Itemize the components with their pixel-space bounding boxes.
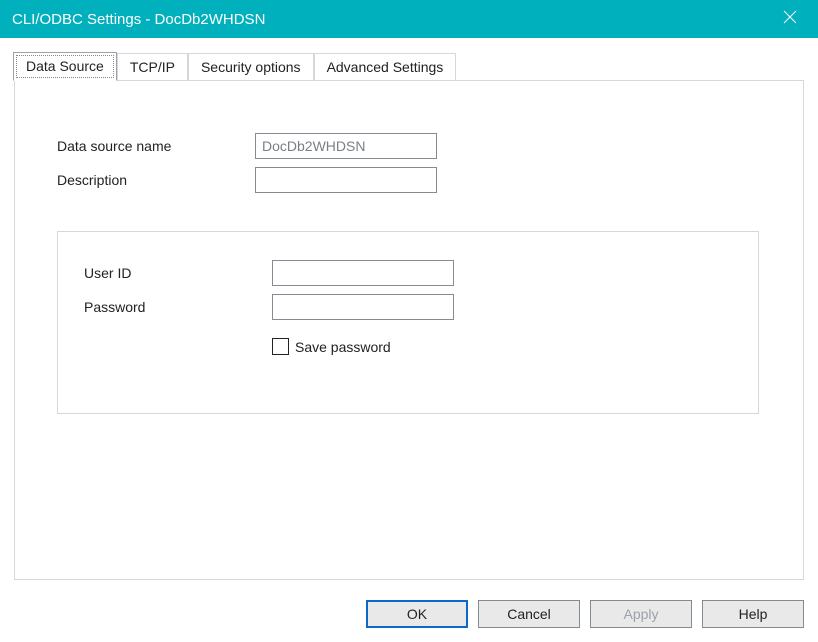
row-save-password: Save password (272, 338, 748, 355)
credentials-group: User ID Password Save password (57, 231, 759, 414)
close-icon (783, 10, 797, 28)
label-description: Description (57, 172, 255, 188)
tab-security-options[interactable]: Security options (188, 53, 314, 80)
row-password: Password (84, 294, 748, 320)
tab-tcpip[interactable]: TCP/IP (117, 53, 188, 80)
help-button[interactable]: Help (702, 600, 804, 628)
user-id-input[interactable] (272, 260, 454, 286)
dialog-content: Data Source TCP/IP Security options Adva… (0, 38, 818, 586)
tab-panel-data-source: Data source name Description User ID Pas… (14, 80, 804, 580)
label-password: Password (84, 299, 272, 315)
tab-advanced-settings[interactable]: Advanced Settings (314, 53, 457, 80)
apply-button[interactable]: Apply (590, 600, 692, 628)
title-bar: CLI/ODBC Settings - DocDb2WHDSN (0, 0, 818, 38)
row-data-source-name: Data source name (57, 133, 775, 159)
password-input[interactable] (272, 294, 454, 320)
cancel-button[interactable]: Cancel (478, 600, 580, 628)
label-save-password: Save password (295, 339, 391, 355)
row-user-id: User ID (84, 260, 748, 286)
window-title: CLI/ODBC Settings - DocDb2WHDSN (12, 11, 762, 28)
panel-inner: Data source name Description User ID Pas… (15, 81, 803, 414)
tab-data-source[interactable]: Data Source (13, 52, 117, 81)
data-source-name-input (255, 133, 437, 159)
dialog-buttons: OK Cancel Apply Help (0, 586, 818, 642)
tab-strip: Data Source TCP/IP Security options Adva… (13, 52, 804, 80)
row-description: Description (57, 167, 775, 193)
close-button[interactable] (762, 0, 818, 38)
ok-button[interactable]: OK (366, 600, 468, 628)
description-input[interactable] (255, 167, 437, 193)
save-password-checkbox[interactable] (272, 338, 289, 355)
label-data-source-name: Data source name (57, 138, 255, 154)
label-user-id: User ID (84, 265, 272, 281)
